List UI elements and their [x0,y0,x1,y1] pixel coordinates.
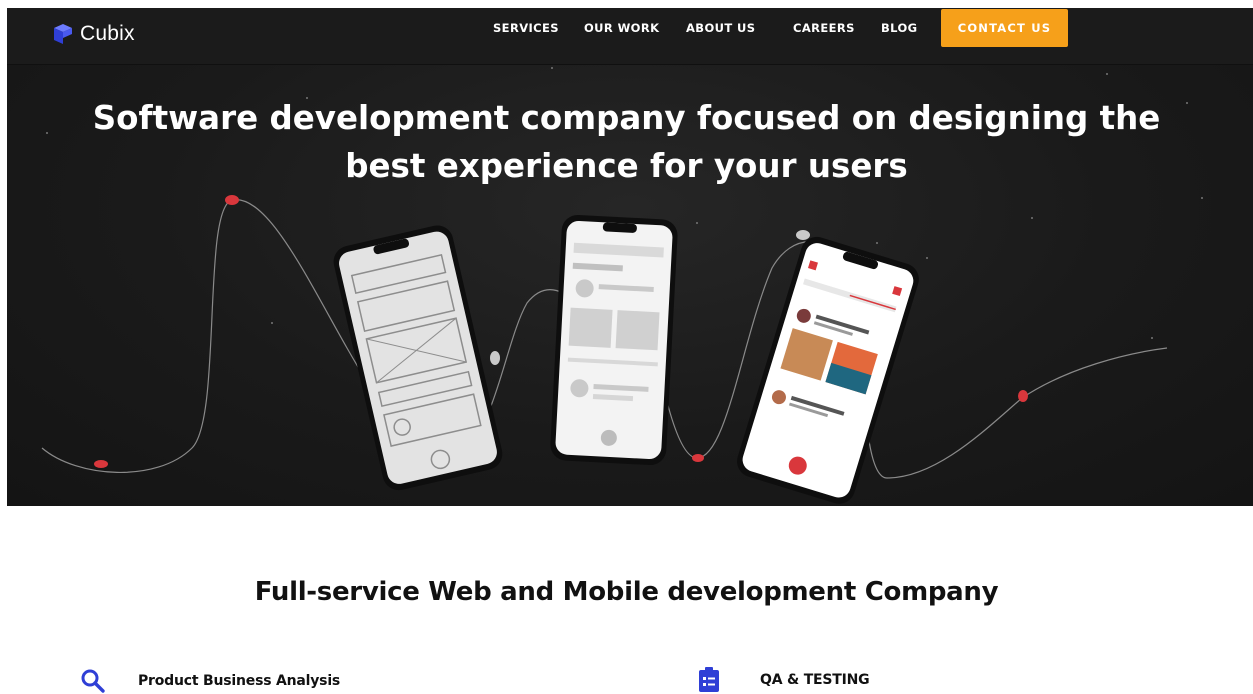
nav-blog[interactable]: BLOG [881,21,918,35]
hero-title-line-2: best experience for your users [345,147,908,185]
service-label: QA & TESTING [760,672,870,688]
hero-section: Cubix SERVICES OUR WORK ABOUT US CAREERS… [7,8,1253,506]
nav-about-us[interactable]: ABOUT US [686,21,755,35]
cubix-logo-icon [54,24,72,44]
nav-services[interactable]: SERVICES [493,21,559,35]
contact-us-button[interactable]: CONTACT US [941,9,1068,47]
brand-logo[interactable]: Cubix [50,22,135,46]
hero-illustration [41,67,1203,504]
checklist-icon [699,667,719,692]
search-icon [81,669,105,693]
service-product-business-analysis[interactable]: Product Business Analysis [80,668,340,694]
hero-curve [41,199,583,473]
brand-name: Cubix [80,22,135,45]
nav-careers[interactable]: CAREERS [793,21,855,35]
top-navbar: Cubix SERVICES OUR WORK ABOUT US CAREERS… [7,8,1253,65]
phone-wireframe [333,225,503,491]
nav-our-work[interactable]: OUR WORK [584,21,659,35]
service-label: Product Business Analysis [138,673,341,689]
section-title: Full-service Web and Mobile development … [254,577,999,607]
phone-design [737,236,919,504]
service-qa-testing[interactable]: QA & TESTING [698,667,870,693]
hero-title-line-1: Software development company focused on … [92,99,1161,137]
phone-mockup [550,214,678,466]
hero-title: Software development company focused on … [0,94,1253,190]
